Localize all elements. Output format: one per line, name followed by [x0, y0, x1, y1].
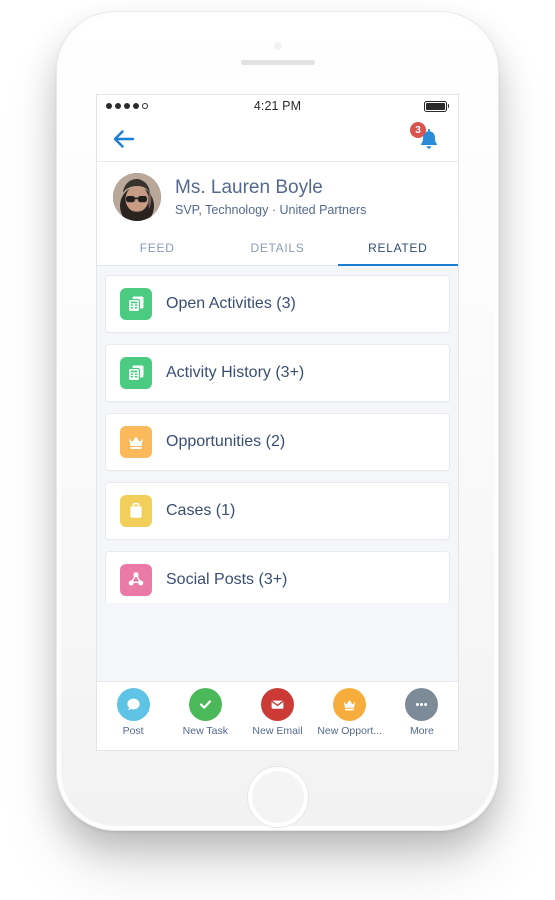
- task-list-icon: [120, 357, 152, 389]
- crown-icon: [120, 426, 152, 458]
- share-network-icon: [120, 564, 152, 596]
- profile-text: Ms. Lauren Boyle SVP, Technology · Unite…: [175, 177, 366, 216]
- notification-badge: 3: [410, 122, 426, 138]
- briefcase-icon: [120, 495, 152, 527]
- ellipsis-icon: [405, 688, 439, 721]
- list-item[interactable]: Social Posts (3+): [105, 551, 450, 603]
- action-new-email[interactable]: New Email: [241, 688, 313, 737]
- tab-feed[interactable]: FEED: [97, 231, 217, 265]
- envelope-icon: [261, 688, 294, 721]
- chat-bubble-icon: [116, 688, 150, 721]
- list-item[interactable]: Cases (1): [105, 482, 450, 540]
- related-list[interactable]: Open Activities (3) Activity History (3+…: [97, 266, 458, 603]
- action-new-task[interactable]: New Task: [169, 688, 241, 737]
- avatar[interactable]: [113, 173, 161, 221]
- navigation-bar: 3: [97, 117, 458, 162]
- list-item-label: Cases (1): [166, 502, 236, 519]
- crown-icon: [333, 688, 367, 721]
- status-time: 4:21 PM: [253, 99, 302, 113]
- phone-screen: 4:21 PM 3 Ms. Lauren Boyle SVP, Technolo…: [97, 95, 458, 750]
- action-post[interactable]: Post: [97, 688, 169, 737]
- action-bar: Post New Task New Email New Opport... Mo…: [97, 681, 458, 750]
- tab-related[interactable]: RELATED: [337, 231, 458, 266]
- tab-bar: FEED DETAILS RELATED: [97, 231, 458, 266]
- back-arrow-icon[interactable]: [111, 126, 137, 152]
- list-item-label: Activity History (3+): [166, 364, 305, 381]
- action-label: Post: [122, 725, 144, 737]
- list-item[interactable]: Activity History (3+): [105, 344, 450, 402]
- page-title: Ms. Lauren Boyle: [175, 177, 323, 199]
- profile-header: Ms. Lauren Boyle SVP, Technology · Unite…: [97, 162, 458, 231]
- home-button[interactable]: [247, 767, 308, 827]
- action-label: New Opport...: [317, 725, 383, 737]
- list-item[interactable]: Open Activities (3): [105, 275, 450, 333]
- status-bar: 4:21 PM: [97, 95, 458, 117]
- action-label: More: [409, 725, 434, 737]
- check-circle-icon: [188, 688, 222, 721]
- list-item-label: Opportunities (2): [166, 433, 286, 450]
- notification-bell-icon[interactable]: 3: [410, 122, 444, 154]
- list-item-label: Open Activities (3): [166, 295, 296, 312]
- task-list-icon: [120, 288, 152, 320]
- action-new-opportunity[interactable]: New Opport...: [314, 688, 386, 737]
- action-more[interactable]: More: [386, 688, 458, 737]
- tab-details[interactable]: DETAILS: [217, 231, 337, 265]
- action-label: New Email: [252, 725, 303, 737]
- earpiece-speaker: [240, 60, 315, 65]
- list-item[interactable]: Opportunities (2): [105, 413, 450, 471]
- profile-subtitle: SVP, Technology · United Partners: [175, 202, 367, 217]
- front-camera-icon: [273, 42, 282, 50]
- list-item-label: Social Posts (3+): [166, 571, 288, 588]
- action-label: New Task: [182, 725, 228, 737]
- phone-device-frame: 4:21 PM 3 Ms. Lauren Boyle SVP, Technolo…: [57, 12, 498, 830]
